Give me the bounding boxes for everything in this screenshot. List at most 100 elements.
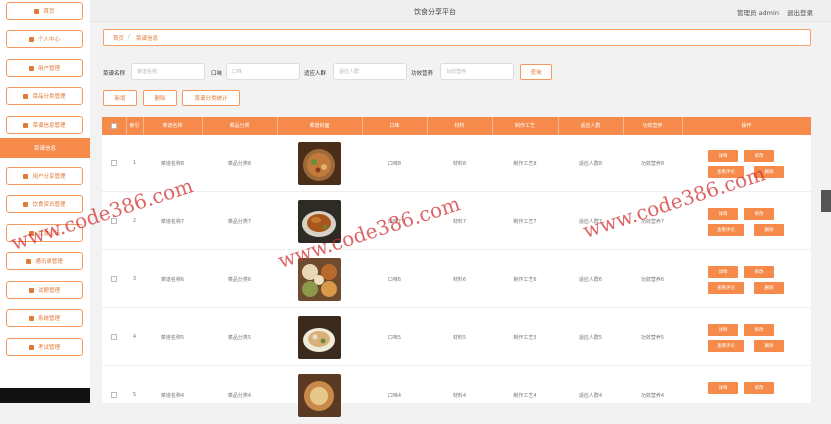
edit-button[interactable]: 修改 [744, 208, 774, 220]
detail-button[interactable]: 详情 [708, 150, 738, 162]
sidebar-item-label: 饮食论坛 [37, 231, 60, 237]
top-bar: 饮食分享平台 管理员 admin 退出登录 [90, 0, 831, 22]
sidebar-item-profile[interactable]: 个人中心 [6, 30, 83, 48]
category-stats-button[interactable]: 菜谱分类统计 [182, 90, 240, 106]
detail-button[interactable]: 详情 [708, 382, 738, 394]
col-craft: 制作工艺 [514, 123, 535, 129]
detail-button[interactable]: 详情 [708, 266, 738, 278]
breadcrumb-home[interactable]: 首页 [113, 34, 124, 42]
view-comments-button[interactable]: 查看评论 [708, 166, 744, 178]
sidebar-item-home[interactable]: 首页 [6, 2, 83, 20]
breadcrumb: 首页 / 菜谱信息 [103, 29, 811, 46]
recipe-name-input[interactable] [131, 63, 205, 80]
edit-button[interactable]: 修改 [744, 150, 774, 162]
side-collapse-tab[interactable] [821, 190, 831, 212]
sidebar-item-dish-category[interactable]: 菜品分类管理 [6, 87, 83, 105]
cell-material: 材料7 [452, 219, 467, 225]
logout-link[interactable]: 退出登录 [787, 7, 813, 17]
sidebar-item-system[interactable]: 系统管理 [6, 309, 83, 327]
edit-button[interactable]: 修改 [744, 382, 774, 394]
cell-crowd: 适应人群7 [578, 219, 603, 225]
cell-index: 3 [132, 276, 137, 282]
cell-craft: 制作工艺5 [513, 335, 537, 341]
cell-index: 5 [132, 392, 137, 398]
view-comments-button[interactable]: 查看评论 [708, 282, 744, 294]
remove-button[interactable]: 删除 [754, 166, 784, 178]
bottom-bar [0, 388, 90, 403]
nutrition-input[interactable] [440, 63, 514, 80]
col-material: 材料 [454, 123, 465, 129]
edit-button[interactable]: 修改 [744, 324, 774, 336]
detail-button[interactable]: 详情 [708, 324, 738, 336]
cell-index: 2 [132, 218, 137, 224]
col-taste: 口味 [389, 123, 400, 129]
delete-button[interactable]: 删除 [143, 90, 177, 106]
cell-category: 菜品分类6 [227, 277, 252, 283]
sidebar-item-user-share[interactable]: 用户分享管理 [6, 167, 83, 185]
sidebar-item-label: 菜品分类管理 [32, 94, 66, 100]
recipe-table: 索引 菜谱名称 菜品分类 菜谱封面 口味 材料 制作工艺 适应人群 功效营养 操… [102, 117, 811, 424]
row-checkbox[interactable] [111, 160, 117, 166]
remove-button[interactable]: 删除 [754, 282, 784, 294]
row-checkbox[interactable] [111, 218, 117, 224]
cell-category: 菜品分类5 [227, 335, 252, 341]
sidebar-item-label: 首页 [43, 9, 55, 15]
cell-index: 1 [132, 160, 137, 166]
table-row: 1 菜谱名称8 菜品分类8 口味8 材料8 制作工艺8 适应人群8 功效营养8 … [102, 135, 811, 192]
sidebar-item-label: 通讯录管理 [35, 259, 63, 265]
view-comments-button[interactable]: 查看评论 [708, 340, 744, 352]
edit-button[interactable]: 修改 [744, 266, 774, 278]
cell-crowd: 适应人群8 [578, 161, 603, 167]
sidebar-item-label: 个人中心 [37, 37, 60, 43]
cell-category: 菜品分类8 [227, 161, 252, 167]
cell-taste: 口味5 [387, 335, 402, 341]
table-row: 3 菜谱名称6 菜品分类6 口味6 材料6 制作工艺6 适应人群6 功效营养6 … [102, 251, 811, 308]
flag-icon [23, 122, 29, 128]
cell-taste: 口味8 [387, 161, 402, 167]
grid-icon [28, 315, 34, 321]
breadcrumb-current: 菜谱信息 [136, 36, 159, 42]
row-checkbox[interactable] [111, 334, 117, 340]
search-button[interactable]: 查询 [520, 64, 552, 80]
cell-taste: 口味4 [387, 393, 402, 399]
taste-input[interactable] [226, 63, 300, 80]
cell-taste: 口味6 [387, 277, 402, 283]
row-checkbox[interactable] [111, 276, 117, 282]
sidebar-item-contacts[interactable]: 通讯录管理 [6, 252, 83, 270]
cell-nutrition: 功效营养8 [640, 161, 665, 167]
col-cover: 菜谱封面 [309, 123, 330, 129]
user-icon [28, 36, 34, 42]
sidebar-item-forum[interactable]: 饮食论坛 [6, 224, 83, 242]
recipe-cover-image [298, 142, 341, 185]
taste-label: 口味 [211, 71, 223, 77]
crowd-label: 适应人群 [304, 71, 327, 77]
view-comments-button[interactable]: 查看评论 [708, 224, 744, 236]
sidebar-item-users[interactable]: 用户管理 [6, 59, 83, 77]
detail-button[interactable]: 详情 [708, 208, 738, 220]
sidebar-item-label: 考试管理 [37, 345, 60, 351]
cell-name: 菜谱名称5 [160, 335, 185, 341]
select-all-checkbox[interactable] [111, 123, 117, 129]
cell-name: 菜谱名称4 [160, 393, 185, 399]
grid-icon [23, 93, 29, 99]
cell-craft: 制作工艺4 [513, 393, 537, 399]
row-checkbox[interactable] [111, 392, 117, 398]
table-header: 索引 菜谱名称 菜品分类 菜谱封面 口味 材料 制作工艺 适应人群 功效营养 操… [102, 117, 811, 135]
app-title: 饮食分享平台 [414, 8, 456, 16]
sidebar-item-recipe-info[interactable]: 菜谱信息 [0, 138, 90, 158]
remove-button[interactable]: 删除 [754, 340, 784, 352]
cell-crowd: 适应人群6 [578, 277, 603, 283]
chat-icon [28, 230, 34, 236]
crowd-input[interactable] [333, 63, 407, 80]
add-button[interactable]: 新增 [103, 90, 137, 106]
sidebar-item-news[interactable]: 饮食资讯管理 [6, 195, 83, 213]
sidebar-item-exam[interactable]: 考试管理 [6, 338, 83, 356]
remove-button[interactable]: 删除 [754, 224, 784, 236]
sidebar-item-recipe-manage[interactable]: 菜谱信息管理 [6, 116, 83, 134]
sidebar-item-questions[interactable]: 试题管理 [6, 281, 83, 299]
sidebar-item-label: 用户分享管理 [32, 174, 66, 180]
col-crowd: 适应人群 [580, 123, 601, 129]
breadcrumb-separator: / [128, 34, 130, 40]
cell-nutrition: 功效营养7 [640, 219, 665, 225]
grid-icon [28, 344, 34, 350]
